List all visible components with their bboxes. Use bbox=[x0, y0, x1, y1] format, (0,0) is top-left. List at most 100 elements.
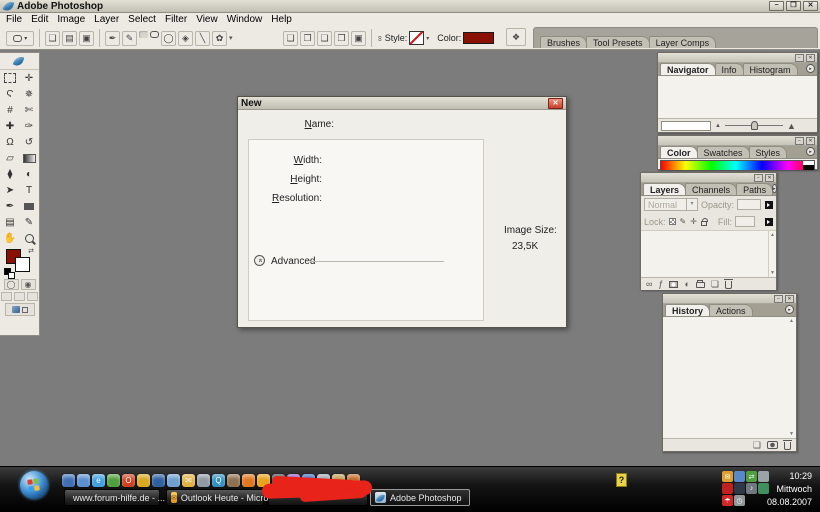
layer-style-icon[interactable]: ƒ bbox=[658, 279, 663, 289]
line-tool-option-button[interactable]: ╲ bbox=[195, 31, 210, 46]
tab-swatches[interactable]: Swatches bbox=[697, 146, 750, 158]
fullscreen-button[interactable] bbox=[27, 292, 38, 301]
tab-layers[interactable]: Layers bbox=[643, 183, 686, 195]
dialog-close-button[interactable]: ✕ bbox=[548, 98, 563, 109]
custom-shape-tool-option-button[interactable]: ✿ bbox=[212, 31, 227, 46]
ql-media-player-icon[interactable] bbox=[152, 474, 165, 487]
background-color-swatch[interactable] bbox=[15, 257, 30, 272]
imageready-button[interactable] bbox=[5, 303, 35, 316]
magic-wand-tool[interactable]: ✵ bbox=[20, 86, 39, 102]
black-white-swatch[interactable] bbox=[803, 161, 814, 170]
history-list[interactable]: ▲▼ bbox=[663, 317, 796, 438]
palette-close-button[interactable]: ✕ bbox=[765, 174, 774, 182]
ql-messenger-icon[interactable] bbox=[77, 474, 90, 487]
menu-help[interactable]: Help bbox=[271, 14, 292, 25]
healing-brush-tool[interactable]: ✚ bbox=[1, 118, 20, 134]
add-shape-area-button[interactable]: ❏ bbox=[283, 31, 298, 46]
lock-position-icon[interactable]: ✛ bbox=[690, 217, 697, 226]
ql-green-sphere-icon[interactable] bbox=[107, 474, 120, 487]
history-titlebar[interactable]: − ✕ bbox=[663, 294, 796, 304]
path-selection-tool[interactable]: ➤ bbox=[1, 182, 20, 198]
tab-navigator[interactable]: Navigator bbox=[660, 63, 716, 75]
brush-tool[interactable]: ✑ bbox=[20, 118, 39, 134]
layers-titlebar[interactable]: − ✕ bbox=[641, 173, 776, 183]
tab-layer-comps[interactable]: Layer Comps bbox=[649, 36, 717, 48]
eyedropper-tool[interactable]: ✎ bbox=[20, 214, 39, 230]
slider-thumb[interactable] bbox=[751, 121, 758, 130]
minimize-button[interactable]: − bbox=[769, 1, 784, 11]
tab-tool-presets[interactable]: Tool Presets bbox=[586, 36, 650, 48]
standard-screen-button[interactable] bbox=[1, 292, 12, 301]
tray-clock-icon[interactable]: ◷ bbox=[734, 495, 745, 506]
tab-color[interactable]: Color bbox=[660, 146, 698, 158]
new-layer-icon[interactable]: ❏ bbox=[711, 279, 719, 290]
layers-list[interactable]: ▲▼ bbox=[641, 230, 776, 277]
delete-state-icon[interactable] bbox=[784, 442, 791, 450]
color-titlebar[interactable]: − ✕ bbox=[658, 136, 817, 146]
color-swatch[interactable] bbox=[463, 32, 494, 44]
ql-key-icon[interactable] bbox=[137, 474, 150, 487]
tab-actions[interactable]: Actions bbox=[709, 304, 753, 316]
history-brush-tool[interactable]: ↺ bbox=[20, 134, 39, 150]
fill-arrow-button[interactable] bbox=[765, 218, 773, 226]
menu-image[interactable]: Image bbox=[57, 14, 85, 25]
opacity-arrow-button[interactable] bbox=[765, 201, 773, 209]
exclude-shape-area-button[interactable]: ❒ bbox=[334, 31, 349, 46]
subtract-shape-area-button[interactable]: ❐ bbox=[300, 31, 315, 46]
tab-paths[interactable]: Paths bbox=[736, 183, 773, 195]
palette-menu-button[interactable]: ▸ bbox=[772, 184, 777, 193]
lock-all-icon[interactable] bbox=[701, 221, 707, 226]
ql-globe-icon[interactable] bbox=[167, 474, 180, 487]
navigator-zoom-slider[interactable] bbox=[725, 125, 783, 126]
rounded-rectangle-tool-option-button[interactable] bbox=[150, 31, 159, 38]
ellipse-tool-option-button[interactable]: ◯ bbox=[161, 31, 176, 46]
taskbar-button-firefox[interactable]: www.forum-hilfe.de - ... bbox=[64, 489, 160, 506]
type-tool[interactable]: T bbox=[20, 182, 39, 198]
pen-tool[interactable]: ✒ bbox=[1, 198, 20, 214]
polygon-tool-option-button[interactable]: ◈ bbox=[178, 31, 193, 46]
tray-update-icon[interactable]: ⇄ bbox=[746, 471, 757, 482]
ql-firefox-icon[interactable] bbox=[242, 474, 255, 487]
navigator-zoom-input[interactable] bbox=[661, 121, 711, 131]
tray-network-icon[interactable] bbox=[734, 483, 745, 494]
new-document-from-state-icon[interactable]: ❏ bbox=[753, 440, 761, 451]
adjustment-layer-icon[interactable]: ◐ bbox=[684, 279, 689, 289]
color-ramp[interactable] bbox=[660, 160, 815, 171]
menu-edit[interactable]: Edit bbox=[31, 14, 48, 25]
ql-internet-explorer-icon[interactable]: e bbox=[92, 474, 105, 487]
ql-mail-icon[interactable]: ✉ bbox=[182, 474, 195, 487]
tray-display-icon[interactable] bbox=[734, 471, 745, 482]
style-dropdown-arrow[interactable]: ▾ bbox=[426, 35, 429, 42]
paths-mode-button[interactable]: ▤ bbox=[62, 31, 77, 46]
tray-antivirus-icon[interactable]: ☂ bbox=[722, 495, 733, 506]
blur-tool[interactable]: ⧫ bbox=[1, 166, 20, 182]
tab-histogram[interactable]: Histogram bbox=[743, 63, 798, 75]
rectangle-tool-option-button[interactable] bbox=[139, 31, 148, 38]
notes-tool[interactable]: ▤ bbox=[1, 214, 20, 230]
new-snapshot-icon[interactable] bbox=[767, 441, 778, 449]
dialog-titlebar[interactable]: New ✕ bbox=[238, 97, 566, 110]
menu-window[interactable]: Window bbox=[227, 14, 263, 25]
ql-search-icon[interactable] bbox=[197, 474, 210, 487]
close-button[interactable]: ✕ bbox=[803, 1, 818, 11]
restore-button[interactable]: ❐ bbox=[786, 1, 801, 11]
palette-menu-button[interactable]: ▸ bbox=[806, 147, 815, 156]
menu-file[interactable]: File bbox=[6, 14, 22, 25]
add-mask-icon[interactable] bbox=[669, 281, 678, 288]
tab-channels[interactable]: Channels bbox=[685, 183, 737, 195]
dodge-tool[interactable]: ◐ bbox=[20, 166, 39, 182]
lasso-tool[interactable]: Ϛ bbox=[1, 86, 20, 102]
help-tray-icon[interactable]: ? bbox=[616, 473, 627, 487]
shape-layers-mode-button[interactable]: ❑ bbox=[45, 31, 60, 46]
fill-input[interactable] bbox=[735, 216, 755, 227]
move-tool[interactable]: ✛ bbox=[20, 70, 39, 86]
slice-tool[interactable]: ✄ bbox=[20, 102, 39, 118]
layers-scrollbar[interactable]: ▲▼ bbox=[768, 231, 776, 277]
shape-tool[interactable] bbox=[20, 198, 39, 214]
palette-menu-button[interactable]: ▸ bbox=[785, 305, 794, 314]
intersect-shape-area-button[interactable]: ❑ bbox=[317, 31, 332, 46]
bridge-button[interactable]: ❖ bbox=[506, 28, 526, 46]
swap-colors-icon[interactable]: ⇄ bbox=[28, 247, 34, 255]
default-colors-icon[interactable] bbox=[4, 268, 11, 275]
new-group-icon[interactable] bbox=[696, 282, 705, 288]
